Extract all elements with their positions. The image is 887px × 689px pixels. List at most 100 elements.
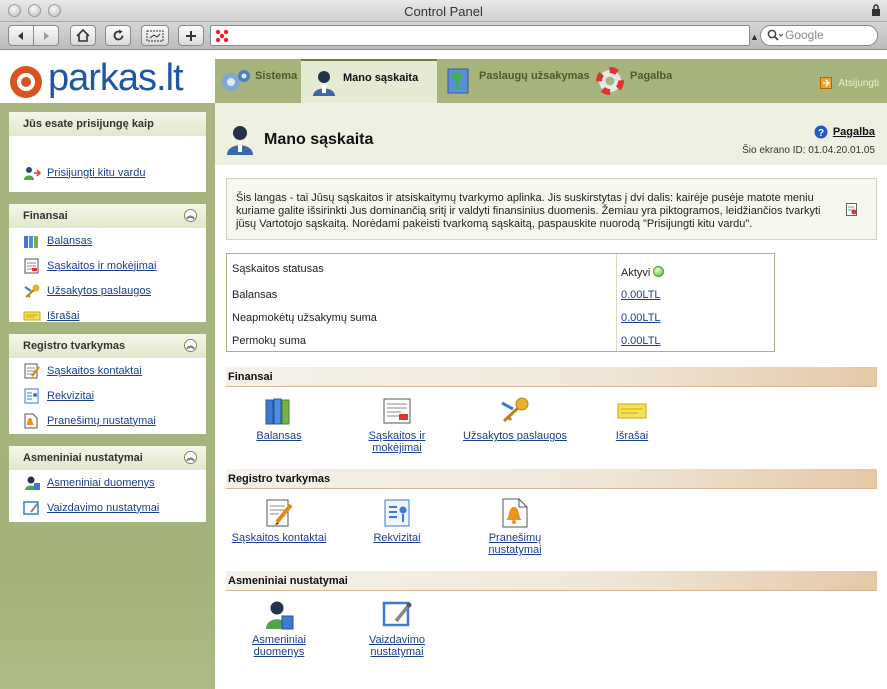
sidebar-item-asmeniniai-duomenys[interactable]: Asmeniniai duomenys bbox=[9, 470, 206, 495]
tile-vaizdavimo[interactable]: Vaizdavimo nustatymai bbox=[342, 599, 452, 658]
site-favicon-icon bbox=[215, 29, 229, 43]
forward-button[interactable] bbox=[33, 25, 59, 46]
gears-icon bbox=[222, 70, 250, 91]
tile-asmeniniai-duomenys[interactable]: Asmeniniai duomenys bbox=[224, 599, 334, 658]
sidebar-item-kontaktai[interactable]: Sąskaitos kontaktai bbox=[9, 358, 206, 383]
status-value: Aktyvi bbox=[621, 266, 665, 279]
sidebar-item-label: Balansas bbox=[47, 234, 93, 247]
sidebar-item-balansas[interactable]: Balansas bbox=[9, 228, 206, 253]
browser-toolbar: ▲ Google bbox=[0, 22, 887, 50]
account-user-icon bbox=[227, 126, 253, 155]
tab-mano-saskaita[interactable]: Mano sąskaita bbox=[301, 59, 437, 103]
display-settings-icon bbox=[23, 500, 39, 515]
personal-data-icon bbox=[266, 601, 294, 630]
collapse-icon[interactable]: ︽ bbox=[184, 451, 197, 464]
home-button[interactable] bbox=[70, 25, 96, 46]
add-bookmark-button[interactable] bbox=[178, 25, 204, 46]
web-clip-icon bbox=[146, 30, 164, 41]
edit-note-icon[interactable] bbox=[846, 203, 858, 216]
sidebar-item-label: Asmeniniai duomenys bbox=[47, 476, 155, 489]
unpaid-orders-link[interactable]: 0.00LTL bbox=[621, 312, 661, 324]
tile-label-2: nustatymai bbox=[488, 544, 542, 556]
tile-balansas[interactable]: Balansas bbox=[224, 395, 334, 442]
unpaid-orders-row: Neapmokėtų užsakymų suma 0.00LTL bbox=[227, 307, 774, 330]
reload-button[interactable] bbox=[105, 25, 131, 46]
tab-pagalba[interactable]: Pagalba bbox=[596, 59, 686, 103]
tile-pranesimu[interactable]: Pranešimų nustatymai bbox=[460, 497, 570, 556]
status-active-icon bbox=[653, 266, 665, 277]
sidebar-item-uzsakytos[interactable]: Užsakytos paslaugos bbox=[9, 278, 206, 303]
sidebar-item-label: Rekvizitai bbox=[47, 389, 95, 402]
user-icon bbox=[313, 71, 335, 96]
key-icon bbox=[24, 284, 40, 298]
tile-label: Pranešimų bbox=[488, 532, 542, 544]
address-dropdown-icon[interactable]: ▲ bbox=[750, 32, 759, 42]
snippet-button[interactable] bbox=[141, 25, 169, 46]
notification-bell-icon bbox=[502, 498, 528, 528]
tile-label-2: nustatymai bbox=[370, 646, 424, 658]
page-header: Mano sąskaita ? Pagalba Šio ekrano ID: 0… bbox=[215, 103, 887, 165]
tile-rekvizitai[interactable]: Rekvizitai bbox=[342, 497, 452, 544]
help-link[interactable]: ? Pagalba bbox=[814, 125, 875, 139]
info-box: Šis langas - tai Jūsų sąskaitos ir atsis… bbox=[226, 178, 877, 240]
sidebar-item-vaizdavimo[interactable]: Vaizdavimo nustatymai bbox=[9, 495, 206, 520]
status-label: Balansas bbox=[232, 289, 278, 301]
order-services-icon bbox=[447, 68, 469, 94]
tile-israsai[interactable]: Išrašai bbox=[577, 395, 687, 442]
tile-kontaktai[interactable]: Sąskaitos kontaktai bbox=[224, 497, 334, 544]
requisites-icon bbox=[384, 499, 410, 527]
address-bar[interactable] bbox=[210, 25, 750, 46]
status-value-text: Aktyvi bbox=[621, 267, 651, 279]
section-registro: Registro tvarkymas bbox=[226, 469, 877, 489]
status-label: Sąskaitos statusas bbox=[232, 263, 324, 275]
statement-icon bbox=[23, 311, 41, 320]
tile-saskaitos[interactable]: Sąskaitos ir mokėjimai bbox=[342, 395, 452, 454]
window-titlebar: Control Panel bbox=[0, 0, 887, 22]
finansai-panel-head: Finansai ︽ bbox=[9, 204, 206, 228]
sidebar-item-saskaitos[interactable]: Sąskaitos ir mokėjimai bbox=[9, 253, 206, 278]
back-button[interactable] bbox=[8, 25, 34, 46]
logo-emblem-icon bbox=[10, 66, 42, 98]
tab-paslaugu-uzsakymas[interactable]: Paslaugų užsakymas bbox=[445, 59, 595, 103]
requisites-icon bbox=[24, 388, 39, 403]
main-navigation: Sistema Mano sąskaita Paslaugų užsakymas… bbox=[215, 59, 887, 103]
sidebar-item-israsai[interactable]: Išrašai bbox=[9, 303, 206, 328]
binders-icon bbox=[24, 235, 38, 248]
sidebar-item-rekvizitai[interactable]: Rekvizitai bbox=[9, 383, 206, 408]
tab-sistema[interactable]: Sistema bbox=[219, 59, 299, 103]
sidebar-item-label: Pranešimų nustatymai bbox=[47, 414, 156, 427]
tile-uzsakytos[interactable]: Užsakytos paslaugos bbox=[460, 395, 570, 442]
tile-label: Balansas bbox=[256, 430, 302, 442]
tile-label-2: mokėjimai bbox=[372, 442, 422, 454]
logout-link[interactable]: Atsijungti bbox=[820, 77, 879, 89]
tab-label: Sistema bbox=[255, 70, 298, 82]
balance-row: Balansas 0.00LTL bbox=[227, 284, 774, 307]
contacts-edit-icon bbox=[266, 499, 293, 527]
notification-bell-icon bbox=[24, 413, 38, 428]
sidebar-item-label: Sąskaitos kontaktai bbox=[47, 364, 142, 377]
login-panel-title: Jūs esate prisijungę kaip bbox=[9, 112, 206, 136]
sidebar-item-pranesimu[interactable]: Pranešimų nustatymai bbox=[9, 408, 206, 433]
binders-icon bbox=[265, 398, 290, 425]
logo-text: parkas.lt bbox=[48, 57, 184, 99]
site-logo[interactable]: parkas.lt bbox=[8, 57, 208, 99]
balance-link[interactable]: 0.00LTL bbox=[621, 289, 661, 301]
status-label: Permokų suma bbox=[232, 335, 306, 347]
tab-label: Pagalba bbox=[630, 70, 673, 82]
panel-title: Asmeniniai nustatymai bbox=[23, 452, 143, 464]
statement-icon bbox=[617, 403, 647, 419]
overpayment-link[interactable]: 0.00LTL bbox=[621, 335, 661, 347]
invoice-icon bbox=[24, 258, 39, 273]
collapse-icon[interactable]: ︽ bbox=[184, 339, 197, 352]
site-header: parkas.lt Sistema Mano sąskaita Paslaugų… bbox=[0, 51, 887, 105]
invoice-icon bbox=[383, 398, 411, 424]
personal-data-icon bbox=[25, 476, 40, 490]
home-icon bbox=[76, 29, 90, 42]
registro-panel-head: Registro tvarkymas ︽ bbox=[9, 334, 206, 358]
tile-label: Vaizdavimo bbox=[368, 634, 426, 646]
search-input[interactable]: Google bbox=[760, 25, 878, 46]
switch-user-link[interactable]: Prisijungti kitu vardu bbox=[9, 160, 206, 185]
registro-panel: Registro tvarkymas ︽ Sąskaitos kontaktai… bbox=[9, 334, 206, 434]
collapse-icon[interactable]: ︽ bbox=[184, 209, 197, 222]
plus-icon bbox=[186, 30, 196, 41]
